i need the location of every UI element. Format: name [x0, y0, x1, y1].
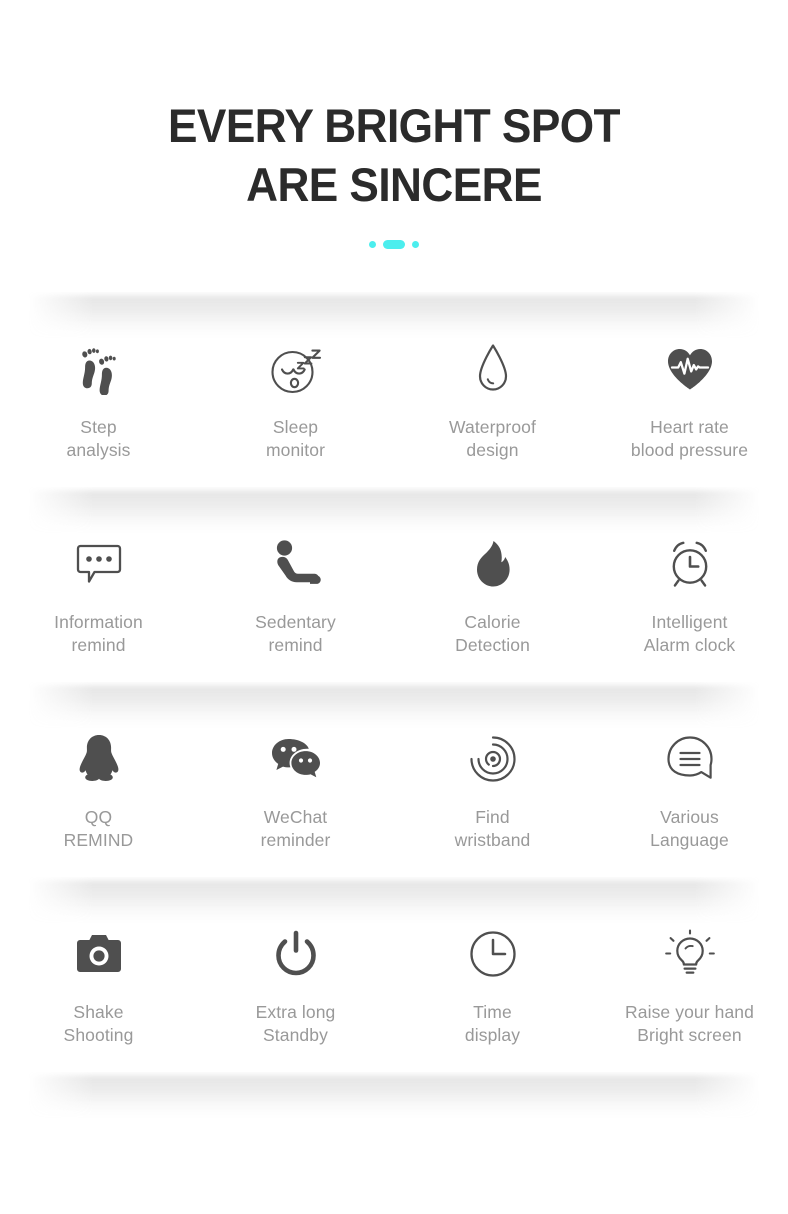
alarm-clock-icon — [664, 535, 716, 593]
footer-shadow-band — [28, 1072, 760, 1118]
feature-item-heart-rate[interactable]: Heart rate blood pressure — [591, 292, 788, 487]
feature-item-various-language[interactable]: Various Language — [591, 682, 788, 877]
page-title: EVERY BRIGHT SPOT ARE SINCERE — [24, 96, 765, 214]
feature-item-step-analysis[interactable]: Step analysis — [0, 292, 197, 487]
clock-icon — [468, 925, 518, 983]
feature-item-sleep-monitor[interactable]: Sleep monitor — [197, 292, 394, 487]
feature-item-wechat-reminder[interactable]: WeChat reminder — [197, 682, 394, 877]
feature-item-qq-remind[interactable]: QQ REMIND — [0, 682, 197, 877]
feature-item-calorie-detection[interactable]: Calorie Detection — [394, 487, 591, 682]
language-bubble-icon — [665, 730, 715, 788]
feature-label: Raise your hand Bright screen — [625, 1002, 754, 1045]
feature-label: Sedentary remind — [255, 612, 336, 655]
feature-label: Various Language — [650, 807, 729, 850]
feature-grid: Step analysis Sleep monitor Waterproof d… — [0, 292, 788, 1132]
message-bubble-icon — [74, 535, 124, 593]
feature-label: Time display — [464, 1002, 521, 1045]
seated-person-icon — [270, 535, 322, 593]
feature-label: Sleep monitor — [265, 417, 326, 460]
lightbulb-icon — [664, 925, 716, 983]
water-drop-icon — [475, 340, 511, 398]
feature-item-find-wristband[interactable]: Find wristband — [394, 682, 591, 877]
page-title-line-2: ARE SINCERE — [246, 158, 542, 211]
feature-label: Find wristband — [454, 807, 531, 850]
feature-label: Heart rate blood pressure — [630, 417, 749, 460]
feature-row-2: Information remind Sedentary remind Calo… — [0, 487, 788, 682]
flame-icon — [473, 535, 513, 593]
feature-row-4: Shake Shooting Extra long Standby Time d… — [0, 877, 788, 1072]
feature-label: Intelligent Alarm clock — [643, 612, 736, 655]
feature-row-3: QQ REMIND WeChat reminder Find wristband… — [0, 682, 788, 877]
qq-penguin-icon — [76, 730, 122, 788]
feature-item-time-display[interactable]: Time display — [394, 877, 591, 1072]
sleeping-face-icon — [268, 340, 324, 398]
feature-label: Extra long Standby — [255, 1002, 336, 1045]
feature-item-shake-shooting[interactable]: Shake Shooting — [0, 877, 197, 1072]
divider-bar — [383, 239, 405, 249]
feature-item-extra-long-standby[interactable]: Extra long Standby — [197, 877, 394, 1072]
page-title-line-1: EVERY BRIGHT SPOT — [168, 99, 620, 152]
accent-divider — [0, 239, 788, 249]
feature-label: WeChat reminder — [260, 807, 331, 850]
feature-item-raise-hand-bright-screen[interactable]: Raise your hand Bright screen — [591, 877, 788, 1072]
feature-label: QQ REMIND — [63, 807, 134, 850]
wechat-bubbles-icon — [269, 730, 323, 788]
camera-icon — [75, 925, 123, 983]
feature-item-intelligent-alarm-clock[interactable]: Intelligent Alarm clock — [591, 487, 788, 682]
feature-item-waterproof-design[interactable]: Waterproof design — [394, 292, 591, 487]
divider-dot-right — [412, 240, 419, 248]
divider-dot-left — [369, 240, 376, 248]
feature-label: Information remind — [54, 612, 143, 655]
feature-label: Calorie Detection — [455, 612, 530, 655]
heart-pulse-icon — [665, 340, 715, 398]
footprints-icon — [75, 340, 123, 398]
feature-label: Shake Shooting — [63, 1002, 134, 1045]
feature-highlights-page: EVERY BRIGHT SPOT ARE SINCERE Step analy… — [0, 0, 788, 1214]
power-icon — [274, 925, 318, 983]
feature-label: Step analysis — [66, 417, 131, 460]
radar-find-icon — [468, 730, 518, 788]
feature-item-information-remind[interactable]: Information remind — [0, 487, 197, 682]
feature-label: Waterproof design — [449, 417, 536, 460]
page-header: EVERY BRIGHT SPOT ARE SINCERE — [0, 0, 788, 249]
footer-shadow-band-wrap — [0, 1072, 788, 1132]
feature-item-sedentary-remind[interactable]: Sedentary remind — [197, 487, 394, 682]
feature-row-1: Step analysis Sleep monitor Waterproof d… — [0, 292, 788, 487]
